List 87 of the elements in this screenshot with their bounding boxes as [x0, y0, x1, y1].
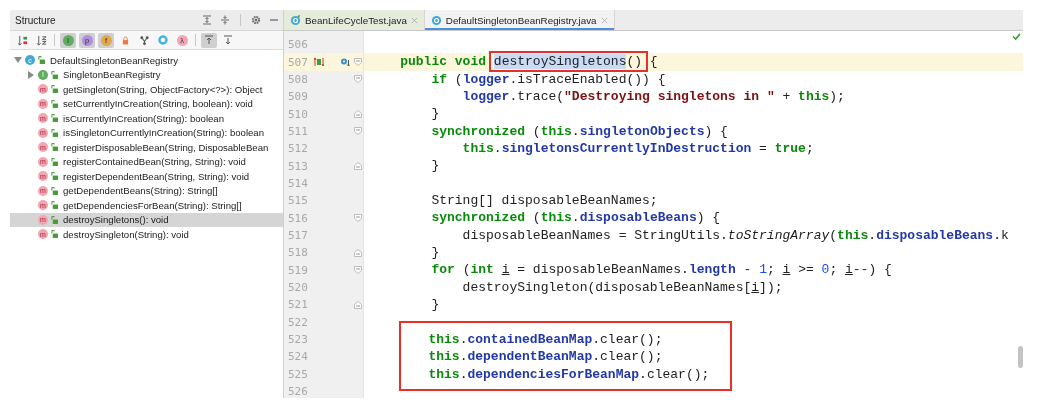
code-line: for (int i = disposableBeanNames.length - 1; i >= 0; i--) {: [430, 261, 893, 279]
code-line: disposableBeanNames = StringUtils.toStringArray(this.disposableBeans.k: [461, 226, 1010, 245]
line-number: 522: [288, 315, 309, 329]
panel-title: Structure: [15, 14, 56, 26]
code-line: this.containedBeanMap.clear();: [427, 330, 664, 349]
toolbar-button[interactable]: [201, 32, 217, 48]
line-number: 523: [288, 333, 309, 346]
fold-marker-icon[interactable]: [354, 127, 362, 136]
code-line: }: [430, 244, 441, 262]
line-number: 510: [288, 107, 309, 121]
line-number: 514: [288, 176, 309, 190]
line-number: 524: [288, 350, 309, 364]
fold-marker-icon[interactable]: [354, 162, 362, 171]
code-line: this.singletonsCurrentlyInDestruction = true;: [461, 140, 815, 158]
unlocked-icon: [51, 172, 58, 181]
class-file-icon: [290, 14, 301, 26]
code-line: String[] disposableBeanNames;: [430, 192, 659, 210]
lock-icon: [121, 35, 129, 45]
fold-marker-icon[interactable]: [354, 266, 362, 275]
unlocked-icon: [51, 230, 58, 239]
code-line: }: [430, 296, 441, 314]
expanded-arrow-icon[interactable]: [14, 56, 22, 65]
unlocked-icon: [51, 215, 58, 224]
unlocked-icon: [51, 99, 58, 108]
hierarchy-icon: [139, 35, 149, 45]
implemented-icon[interactable]: [340, 57, 350, 67]
sort-alpha-icon: [35, 34, 47, 46]
override-icon[interactable]: [314, 57, 324, 67]
line-number: 508: [288, 72, 309, 86]
code-text: public void: [399, 54, 488, 70]
code-line: }: [430, 157, 441, 175]
expand-all-icon[interactable]: [202, 15, 212, 25]
line-number: 517: [288, 228, 309, 242]
autoscroll-from-source-icon: [223, 35, 233, 45]
code-line: }: [430, 105, 441, 123]
line-number: 520: [288, 281, 309, 294]
line-number: 521: [288, 298, 309, 312]
line-number: 509: [288, 90, 309, 104]
fold-marker-icon[interactable]: [354, 248, 362, 257]
line-number: 515: [288, 194, 309, 208]
fold-marker-icon[interactable]: [354, 300, 362, 309]
line-number: 516: [288, 211, 309, 225]
unlocked-icon: [51, 85, 58, 94]
code-text: (): [626, 54, 643, 70]
line-number: 507: [288, 55, 309, 69]
settings-icon[interactable]: [251, 15, 261, 25]
selected-text: destroySingletons: [493, 54, 627, 70]
code-text: {: [648, 54, 658, 70]
close-icon[interactable]: [410, 16, 418, 24]
line-number: 513: [288, 159, 309, 173]
collapsed-arrow-icon[interactable]: [27, 70, 35, 79]
close-icon[interactable]: [600, 16, 608, 24]
editor-tab[interactable]: DefaultSingletonBeanRegistry.java: [424, 10, 615, 30]
fold-marker-icon[interactable]: [354, 75, 362, 84]
autoscroll-to-source-icon: [204, 35, 214, 45]
class-file-icon: [430, 14, 442, 26]
line-number: 511: [288, 124, 309, 138]
circle-icon: [158, 35, 168, 45]
unlocked-icon: [51, 201, 58, 210]
fold-marker-icon[interactable]: [354, 214, 362, 223]
code-line: destroySingleton(disposableBeanNames[i]);: [461, 278, 784, 297]
unlocked-icon: [51, 143, 58, 152]
scrollbar-thumb[interactable]: [1018, 346, 1023, 368]
unlocked-icon: [51, 114, 58, 123]
unlocked-icon: [51, 128, 58, 137]
code-line: synchronized (this.disposableBeans) {: [430, 209, 722, 227]
fold-marker-icon[interactable]: [354, 110, 362, 119]
unlocked-icon: [51, 157, 58, 166]
unlocked-icon: [38, 56, 45, 65]
code-line: this.dependenciesForBeanMap.clear();: [427, 365, 711, 383]
code-line: synchronized (this.singletonObjects) {: [430, 122, 729, 141]
code-line: this.dependentBeanMap.clear();: [427, 348, 664, 366]
line-number: 526: [288, 385, 309, 398]
collapse-all-icon[interactable]: [220, 15, 230, 25]
editor-tab[interactable]: BeanLifeCycleTest.java: [284, 10, 425, 30]
code-line: logger.trace("Destroying singletons in " + this);: [461, 88, 846, 106]
line-number: 525: [288, 367, 309, 381]
line-number: 518: [288, 246, 309, 260]
fold-marker-icon[interactable]: [354, 58, 362, 66]
line-number: 512: [288, 142, 309, 156]
unlocked-icon: [51, 70, 58, 79]
line-number: 506: [288, 38, 309, 52]
checkmark-icon: [1012, 33, 1021, 40]
line-number: 519: [288, 263, 309, 277]
sort-icon: [16, 34, 28, 46]
code-line: if (logger.isTraceEnabled()) {: [430, 70, 667, 89]
unlocked-icon: [51, 186, 58, 195]
